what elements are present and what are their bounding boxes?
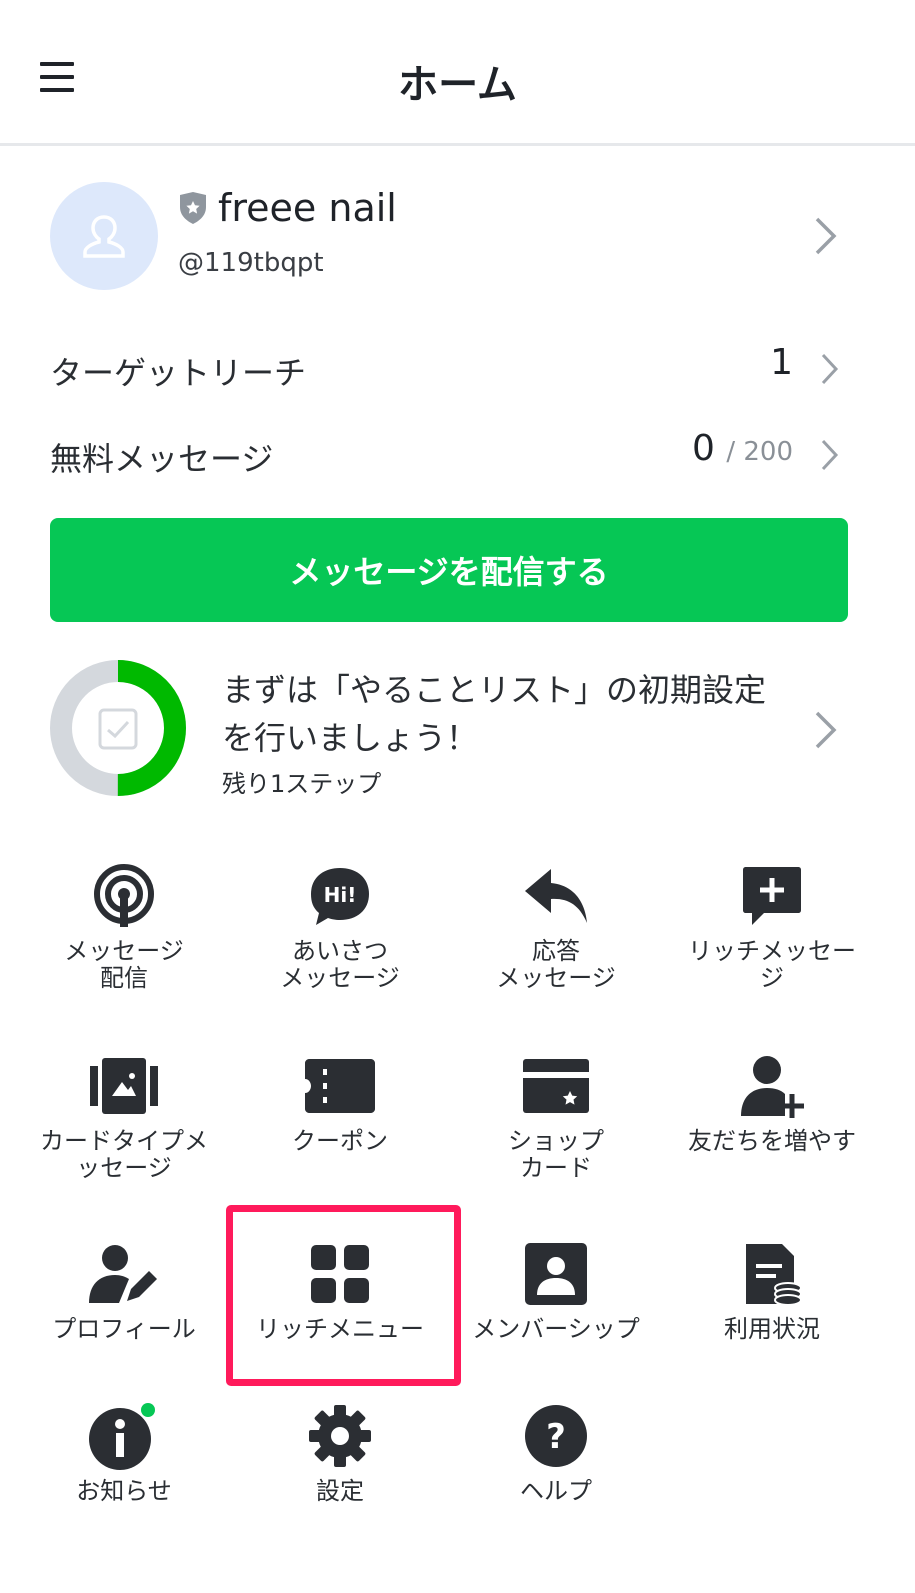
shop-card-icon <box>523 1059 589 1113</box>
svg-text:Hi!: Hi! <box>324 883 357 907</box>
free-messages-count: 0 <box>691 428 715 469</box>
free-messages-row[interactable]: 無料メッセージ 0 / 200 <box>50 426 865 486</box>
grid-label-line1: 友だちを増やす <box>688 1127 856 1155</box>
help-icon: ? <box>525 1405 587 1467</box>
chevron-right-icon <box>821 353 839 385</box>
grid-label-line2: 配信 <box>100 964 148 992</box>
reply-icon <box>525 869 587 923</box>
grid-label-line2: メッセージ <box>280 964 400 992</box>
grid-label-line1: カードタイプメ <box>40 1127 208 1155</box>
coupon-icon <box>305 1059 375 1113</box>
broadcast-icon <box>94 864 154 927</box>
target-reach-label: ターゲットリーチ <box>50 354 307 392</box>
grid-item-notifications[interactable]: お知らせ <box>16 1400 232 1505</box>
info-icon <box>89 1403 155 1470</box>
todo-list-card[interactable]: まずは「やることリスト」の初期設定 を行いましょう！ 残り1ステップ <box>50 660 865 800</box>
progress-ring <box>50 660 186 796</box>
svg-text:?: ? <box>546 1417 566 1457</box>
todo-title-line1: まずは「やることリスト」の初期設定 <box>222 671 767 709</box>
grid-item-coupon[interactable]: クーポン <box>232 1050 448 1155</box>
grid-label-line1: 利用状況 <box>724 1315 820 1343</box>
profile-icon <box>89 1245 157 1303</box>
grid-item-auto-reply[interactable]: 応答 メッセージ <box>448 860 664 992</box>
grid-label-line1: メンバーシップ <box>472 1315 640 1343</box>
app-header: ホーム <box>0 0 915 146</box>
grid-item-membership[interactable]: メンバーシップ <box>448 1238 664 1343</box>
send-message-button[interactable]: メッセージを配信する <box>50 518 848 622</box>
shield-badge-icon <box>180 192 206 224</box>
card-type-icon <box>90 1058 158 1114</box>
grid-item-help[interactable]: ? ヘルプ <box>448 1400 664 1505</box>
grid-label-line1: リッチメニュー <box>256 1315 424 1343</box>
grid-label-line1: あいさつ <box>292 937 388 965</box>
notification-dot <box>141 1403 155 1417</box>
greeting-icon: Hi! <box>311 868 369 925</box>
todo-subtitle: 残り1ステップ <box>222 770 382 798</box>
free-messages-value: 0 / 200 <box>692 428 793 469</box>
todo-title: まずは「やることリスト」の初期設定 を行いましょう！ <box>222 666 782 762</box>
chevron-right-icon <box>815 217 837 255</box>
grid-label-line1: 応答 <box>532 937 580 965</box>
grid-label-line1: お知らせ <box>76 1477 172 1505</box>
free-messages-label: 無料メッセージ <box>50 440 274 478</box>
grid-item-rich-message[interactable]: リッチメッセー ジ <box>664 860 880 992</box>
grid-item-rich-menu[interactable]: リッチメニュー <box>232 1238 448 1343</box>
settings-icon <box>309 1405 371 1467</box>
todo-title-line2: を行いましょう！ <box>222 719 479 757</box>
grid-item-shop-card[interactable]: ショップ カード <box>448 1050 664 1182</box>
grid-item-profile[interactable]: プロフィール <box>16 1238 232 1343</box>
chevron-right-icon <box>815 711 837 749</box>
grid-label-line1: 設定 <box>316 1477 364 1505</box>
grid-label-line2: ッセージ <box>76 1154 172 1182</box>
person-icon <box>83 215 125 258</box>
grid-item-usage[interactable]: 利用状況 <box>664 1238 880 1343</box>
usage-icon <box>746 1244 802 1306</box>
grid-item-card-type-message[interactable]: カードタイプメ ッセージ <box>16 1050 232 1182</box>
account-name-row: freee nail <box>178 186 397 230</box>
grid-label-line1: ショップ <box>508 1127 604 1155</box>
grid-label-line2: カード <box>520 1154 592 1182</box>
rich-menu-icon <box>311 1245 369 1303</box>
chevron-right-icon <box>821 439 839 471</box>
checklist-icon <box>98 708 138 750</box>
grid-item-message-broadcast[interactable]: メッセージ 配信 <box>16 860 232 992</box>
grid-item-add-friends[interactable]: 友だちを増やす <box>664 1050 880 1155</box>
target-reach-row[interactable]: ターゲットリーチ 1 <box>50 340 865 400</box>
rich-message-icon <box>743 867 801 925</box>
grid-label-line1: プロフィール <box>52 1315 196 1343</box>
avatar <box>50 182 158 290</box>
grid-label-line1: メッセージ <box>64 937 184 965</box>
grid-label-line1: リッチメッセー <box>688 937 856 965</box>
grid-item-greeting-message[interactable]: Hi! あいさつ メッセージ <box>232 860 448 992</box>
grid-item-settings[interactable]: 設定 <box>232 1400 448 1505</box>
add-friend-icon <box>741 1056 804 1118</box>
grid-label-line2: メッセージ <box>496 964 616 992</box>
grid-label-line1: クーポン <box>292 1127 388 1155</box>
grid-label-line2: ジ <box>760 964 784 992</box>
account-id: @119tbqpt <box>178 248 324 278</box>
account-card[interactable]: freee nail @119tbqpt <box>50 182 865 292</box>
target-reach-value: 1 <box>770 342 793 383</box>
membership-icon <box>525 1243 587 1305</box>
account-name: freee nail <box>218 186 397 230</box>
page-title: ホーム <box>398 62 517 108</box>
free-messages-limit: / 200 <box>726 437 793 467</box>
grid-label-line1: ヘルプ <box>520 1477 592 1505</box>
